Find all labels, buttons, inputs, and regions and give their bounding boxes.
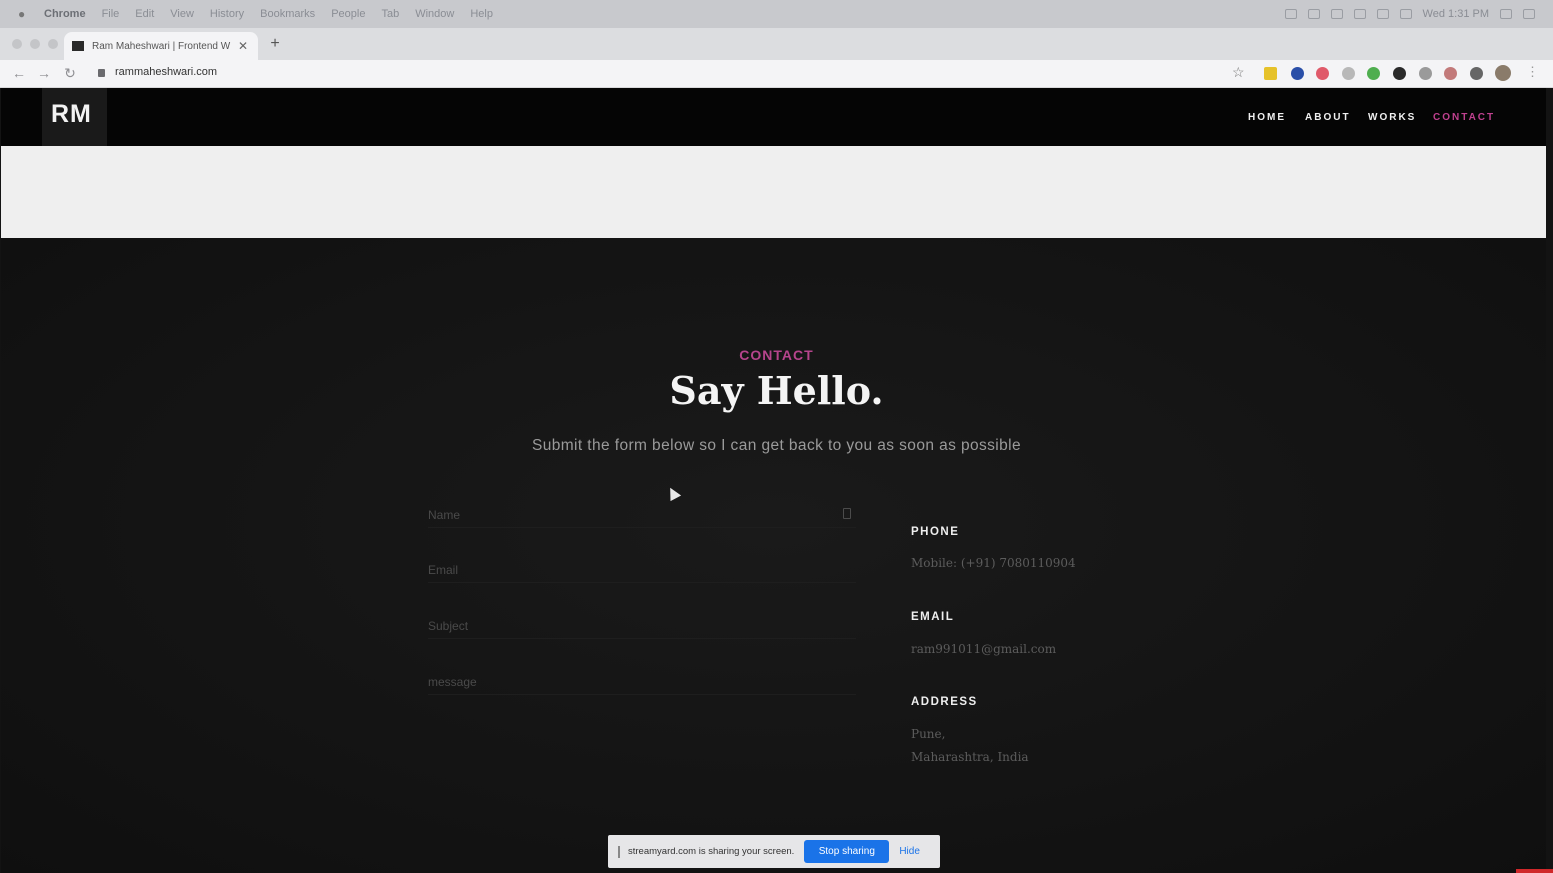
phone-value: Mobile: (+91) 7080110904 <box>911 556 1076 570</box>
menu-people[interactable]: People <box>331 8 365 20</box>
notification-icon[interactable] <box>1523 9 1535 19</box>
share-message: streamyard.com is sharing your screen. <box>628 846 795 857</box>
menu-bookmarks[interactable]: Bookmarks <box>260 8 315 20</box>
lock-icon <box>98 69 105 77</box>
nav-home[interactable]: HOME <box>1248 112 1286 123</box>
close-tab-icon[interactable]: ✕ <box>236 39 250 53</box>
menu-history[interactable]: History <box>210 8 244 20</box>
extension-icon[interactable] <box>1264 67 1277 80</box>
address-line-2: Maharashtra, India <box>911 750 1029 764</box>
nav-contact[interactable]: CONTACT <box>1433 112 1495 123</box>
volume-icon[interactable] <box>1376 9 1389 19</box>
menu-file[interactable]: File <box>102 8 120 20</box>
email-value[interactable]: ram991011@gmail.com <box>911 642 1056 656</box>
menu-edit[interactable]: Edit <box>135 8 154 20</box>
extension-icon[interactable] <box>1393 67 1406 80</box>
white-band <box>1 146 1546 238</box>
tab-title: Ram Maheshwari | Frontend W <box>92 40 231 52</box>
menu-clock[interactable]: Wed 1:31 PM <box>1423 8 1489 20</box>
extension-icon[interactable] <box>1316 67 1329 80</box>
status-icon[interactable] <box>1330 9 1343 19</box>
tab-strip: Ram Maheshwari | Frontend W ✕ + <box>0 28 1553 60</box>
browser-toolbar: ← → ↻ rammaheshwari.com ☆ ⋮ <box>0 60 1553 88</box>
apple-icon[interactable]: ● <box>18 8 30 20</box>
minimize-window-icon[interactable] <box>30 39 40 49</box>
screen-share-bar: streamyard.com is sharing your screen. S… <box>608 835 940 868</box>
menu-tab[interactable]: Tab <box>381 8 399 20</box>
contact-eyebrow: CONTACT <box>739 347 814 363</box>
browser-tab[interactable]: Ram Maheshwari | Frontend W ✕ <box>64 32 258 60</box>
contact-section <box>1 238 1546 873</box>
message-input[interactable] <box>428 669 856 695</box>
wifi-icon[interactable] <box>1353 9 1366 19</box>
menu-view[interactable]: View <box>170 8 194 20</box>
menu-help[interactable]: Help <box>470 8 493 20</box>
site-logo[interactable]: RM <box>51 100 92 129</box>
profile-avatar[interactable] <box>1495 65 1511 81</box>
url-bar[interactable]: rammaheshwari.com <box>115 66 217 78</box>
hide-button[interactable]: Hide <box>899 846 920 857</box>
new-tab-button[interactable]: + <box>266 34 284 54</box>
menu-app-chrome[interactable]: Chrome <box>44 8 86 20</box>
favicon-icon <box>72 41 84 51</box>
email-label: EMAIL <box>911 611 955 623</box>
extension-icon[interactable] <box>1291 67 1304 80</box>
menu-window[interactable]: Window <box>415 8 454 20</box>
status-icon[interactable] <box>1284 9 1297 19</box>
close-window-icon[interactable] <box>12 39 22 49</box>
extension-icon[interactable] <box>1342 67 1355 80</box>
camera-icon[interactable] <box>1419 67 1432 80</box>
extension-icon[interactable] <box>1367 67 1380 80</box>
extension-icon[interactable] <box>1444 67 1457 80</box>
contact-headline: Say Hello. <box>669 368 884 413</box>
more-menu-icon[interactable]: ⋮ <box>1526 64 1539 80</box>
subject-input[interactable] <box>428 613 856 639</box>
bookmark-star-icon[interactable]: ☆ <box>1232 64 1245 81</box>
puzzle-icon[interactable] <box>1470 67 1483 80</box>
drag-handle-icon[interactable] <box>618 845 620 858</box>
stop-sharing-button[interactable]: Stop sharing <box>804 840 890 863</box>
name-input[interactable] <box>428 502 856 528</box>
mac-menu-bar: ● Chrome File Edit View History Bookmark… <box>0 0 1553 28</box>
back-icon[interactable]: ← <box>10 64 28 82</box>
address-label: ADDRESS <box>911 696 978 708</box>
phone-label: PHONE <box>911 526 960 538</box>
nav-about[interactable]: ABOUT <box>1305 112 1351 123</box>
forward-icon[interactable]: → <box>35 64 53 82</box>
zoom-window-icon[interactable] <box>48 39 58 49</box>
site-header: RM HOME ABOUT WORKS CONTACT <box>1 88 1546 146</box>
contact-subline: Submit the form below so I can get back … <box>531 437 1022 454</box>
battery-icon[interactable] <box>1399 9 1412 19</box>
nav-works[interactable]: WORKS <box>1368 112 1416 123</box>
autofill-icon[interactable] <box>843 508 851 519</box>
corner-indicator <box>1516 869 1553 873</box>
status-icon[interactable] <box>1307 9 1320 19</box>
spotlight-icon[interactable] <box>1500 9 1512 19</box>
email-input[interactable] <box>428 557 856 583</box>
address-line-1: Pune, <box>911 727 946 741</box>
reload-icon[interactable]: ↻ <box>61 64 79 82</box>
